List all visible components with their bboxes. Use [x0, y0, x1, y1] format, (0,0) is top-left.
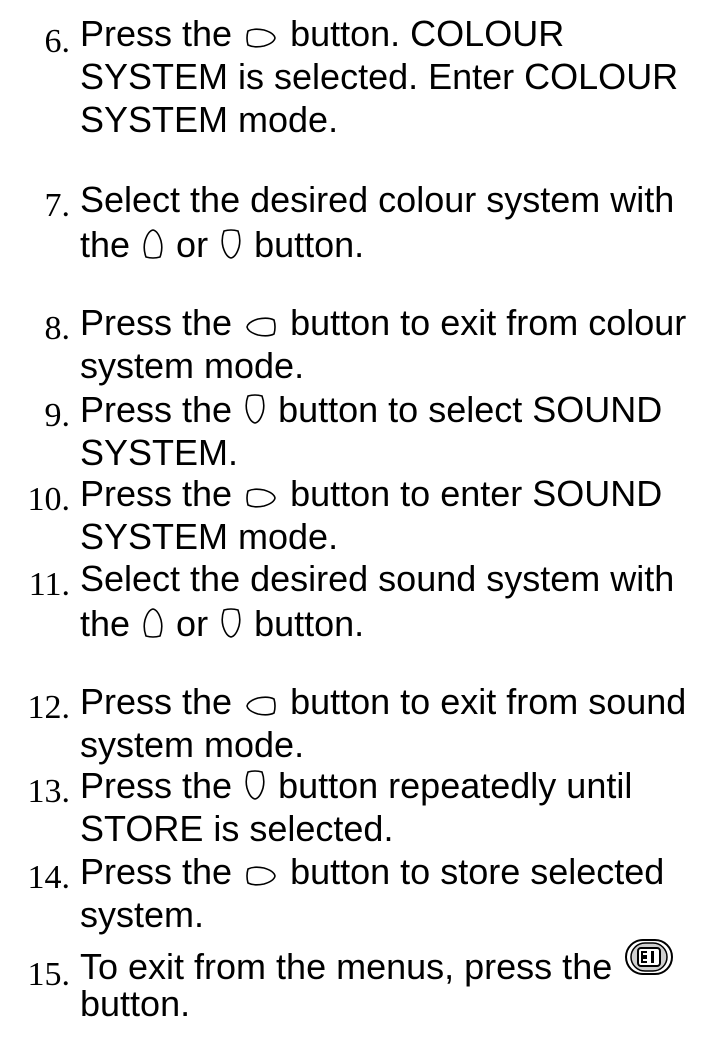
text-run: STORE is selected. — [80, 808, 394, 849]
step-number: 15. — [27, 956, 71, 993]
text-run: Select the desired sound system with — [80, 558, 675, 599]
text-run: button. — [244, 603, 365, 644]
text-run: system mode. — [80, 724, 305, 765]
step-text: Press the button to select SOUND SYSTEM. — [80, 388, 728, 474]
step-text-line: Press the button to select SOUND — [80, 388, 728, 431]
cursor-up-button-icon — [142, 607, 164, 639]
step-text-line: system mode. — [80, 344, 728, 387]
step-text: Press the button to exit from colour syst… — [80, 301, 728, 387]
step-text-line: Select the desired colour system with — [80, 178, 728, 221]
step-text-line: the or button. — [80, 600, 728, 648]
step-text-line: STORE is selected. — [80, 807, 728, 850]
step-text-line: the or button. — [80, 221, 728, 269]
text-run: Press the — [80, 765, 243, 806]
step-text-line: SYSTEM is selected. Enter COLOUR — [80, 55, 728, 98]
cursor-down-button-icon — [244, 769, 266, 801]
text-run: the — [80, 224, 141, 265]
step-text-line: Press the button to enter SOUND — [80, 472, 728, 515]
menu-button-icon — [624, 937, 674, 977]
step-text: Press the button to exit from sound syste… — [80, 680, 728, 766]
text-run: button. — [244, 224, 365, 265]
text-run: or — [166, 224, 219, 265]
cursor-left-button-icon — [244, 695, 278, 717]
text-run: button to exit from colour — [280, 302, 687, 343]
text-run: button to enter SOUND — [280, 473, 663, 514]
step-number: 10. — [27, 481, 71, 518]
text-run: Select the desired colour system with — [80, 179, 675, 220]
text-run: button to select SOUND — [268, 389, 663, 430]
step-text-line: Press the button to store selected — [80, 850, 728, 893]
text-run: the — [80, 603, 141, 644]
step-text-line: SYSTEM mode. — [80, 98, 728, 141]
step-number: 6. — [44, 23, 71, 60]
cursor-up-button-icon — [142, 228, 164, 260]
text-run: button. COLOUR — [280, 13, 565, 54]
step-text-line: To exit from the menus, press the — [80, 937, 728, 987]
step-text: Press the button to store selected system… — [80, 850, 728, 936]
text-run: Press the — [80, 389, 243, 430]
step-number: 11. — [28, 566, 70, 603]
text-run: Press the — [80, 302, 243, 343]
text-run: Press the — [80, 13, 243, 54]
step-text: Press the button. COLOUR SYSTEM is select… — [80, 12, 728, 141]
step-number: 13. — [27, 773, 71, 810]
text-run: or — [166, 603, 219, 644]
step-number: 7. — [44, 187, 71, 224]
step-text: To exit from the menus, press the button… — [80, 937, 728, 1028]
cursor-down-button-icon — [220, 228, 242, 260]
step-text-line: Press the button. COLOUR — [80, 12, 728, 55]
step-text-line: SYSTEM. — [80, 431, 728, 474]
text-run: Press the — [80, 473, 243, 514]
text-run: SYSTEM is selected. Enter COLOUR — [80, 56, 679, 97]
step-number: 9. — [44, 397, 71, 434]
step-text-line: button. — [80, 980, 728, 1028]
step-text: Select the desired colour system with the… — [80, 178, 728, 269]
step-text-line: Press the button repeatedly until — [80, 764, 728, 807]
text-run: Press the — [80, 681, 243, 722]
text-run: Press the — [80, 851, 243, 892]
text-run: button repeatedly until — [268, 765, 633, 806]
step-text: Select the desired sound system with the … — [80, 557, 728, 648]
step-text: Press the button to enter SOUND SYSTEM mo… — [80, 472, 728, 558]
step-number: 8. — [44, 310, 71, 347]
cursor-right-button-icon — [244, 27, 278, 49]
step-text-line: SYSTEM mode. — [80, 515, 728, 558]
step-number: 14. — [27, 859, 71, 896]
step-text-line: Press the button to exit from colour — [80, 301, 728, 344]
step-text-line: Press the button to exit from sound — [80, 680, 728, 723]
step-text-line: system. — [80, 893, 728, 936]
text-run: button to store selected — [280, 851, 665, 892]
step-text: Press the button repeatedly until STORE i… — [80, 764, 728, 850]
text-run: button. — [80, 983, 191, 1024]
cursor-right-button-icon — [244, 487, 278, 509]
cursor-right-button-icon — [244, 865, 278, 887]
text-run: system. — [80, 894, 205, 935]
cursor-left-button-icon — [244, 316, 278, 338]
text-run: system mode. — [80, 345, 305, 386]
step-number: 12. — [27, 689, 71, 726]
text-run: SYSTEM. — [80, 432, 239, 473]
text-run: SYSTEM mode. — [80, 99, 339, 140]
text-run: SYSTEM mode. — [80, 516, 339, 557]
text-run: button to exit from sound — [280, 681, 687, 722]
step-text-line: system mode. — [80, 723, 728, 766]
step-text-line: Select the desired sound system with — [80, 557, 728, 600]
cursor-down-button-icon — [220, 607, 242, 639]
cursor-down-button-icon — [244, 393, 266, 425]
